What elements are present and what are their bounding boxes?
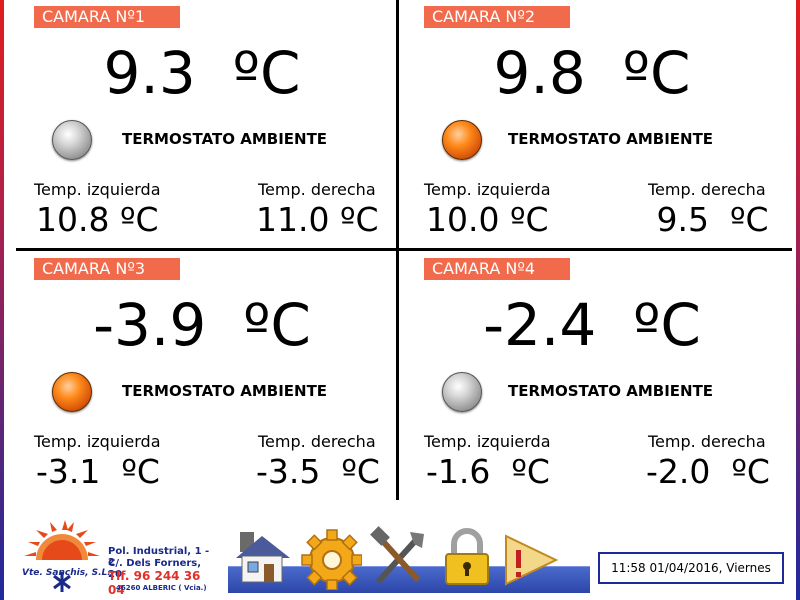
tools-button[interactable] <box>368 524 430 590</box>
camera-4-panel: CAMARA Nº4 -2.4 ºC TERMOSTATO AMBIENTE T… <box>412 252 792 500</box>
right-temp-label: Temp. derecha <box>648 180 766 199</box>
thermostat-indicator-icon <box>52 372 92 412</box>
thermostat-label: TERMOSTATO AMBIENTE <box>122 382 328 400</box>
lock-button[interactable] <box>436 524 498 590</box>
camera-temperature: 9.3 ºC <box>103 39 301 107</box>
right-temp-value: 11.0 ºC <box>256 200 379 239</box>
lock-icon <box>445 528 489 585</box>
thermostat-indicator-icon <box>442 372 482 412</box>
right-temp-value: -2.0 ºC <box>646 452 770 491</box>
company-phone: Tlf. 96 244 36 04 <box>108 569 201 597</box>
left-temp-label: Temp. izquierda <box>34 180 161 199</box>
sun-snowflake-logo-icon <box>24 520 100 592</box>
alarm-warning-icon <box>505 534 559 586</box>
thermostat-indicator-icon <box>442 120 482 160</box>
left-temp-value: -3.1 ºC <box>36 452 160 491</box>
alarm-button[interactable] <box>500 524 562 590</box>
left-temp-label: Temp. izquierda <box>424 432 551 451</box>
camera-temperature: -2.4 ºC <box>483 291 701 359</box>
camera-temperature: -3.9 ºC <box>93 291 311 359</box>
left-temp-value: -1.6 ºC <box>426 452 550 491</box>
horizontal-divider <box>16 248 792 251</box>
home-button[interactable] <box>232 524 294 590</box>
left-temp-label: Temp. izquierda <box>424 180 551 199</box>
left-temp-label: Temp. izquierda <box>34 432 161 451</box>
camera-title: CAMARA Nº4 <box>424 258 570 280</box>
camera-1-panel: CAMARA Nº1 9.3 ºC TERMOSTATO AMBIENTE Te… <box>22 0 402 248</box>
thermostat-label: TERMOSTATO AMBIENTE <box>122 130 328 148</box>
camera-temperature: 9.8 ºC <box>493 39 691 107</box>
camera-title: CAMARA Nº3 <box>34 258 180 280</box>
tools-icon <box>370 526 424 585</box>
right-temp-value: -3.5 ºC <box>256 452 380 491</box>
right-temp-label: Temp. derecha <box>258 432 376 451</box>
right-temp-label: Temp. derecha <box>258 180 376 199</box>
thermostat-label: TERMOSTATO AMBIENTE <box>508 382 714 400</box>
settings-gear-icon <box>301 529 363 591</box>
company-city: 46260 ALBERIC ( Vcia.) <box>116 584 207 592</box>
thermostat-indicator-icon <box>52 120 92 160</box>
datetime-display: 11:58 01/04/2016, Viernes <box>598 552 784 584</box>
left-temp-value: 10.8 ºC <box>36 200 159 239</box>
company-name: Vte. Sanchis, S.L. <box>22 568 111 578</box>
camera-title: CAMARA Nº1 <box>34 6 180 28</box>
thermostat-label: TERMOSTATO AMBIENTE <box>508 130 714 148</box>
home-icon <box>236 532 290 583</box>
company-logo: Vte. Sanchis, S.L. Pol. Industrial, 1 - … <box>22 520 212 597</box>
settings-button[interactable] <box>300 524 363 591</box>
right-temp-label: Temp. derecha <box>648 432 766 451</box>
camera-3-panel: CAMARA Nº3 -3.9 ºC TERMOSTATO AMBIENTE T… <box>22 252 402 500</box>
left-temp-value: 10.0 ºC <box>426 200 549 239</box>
camera-2-panel: CAMARA Nº2 9.8 ºC TERMOSTATO AMBIENTE Te… <box>412 0 792 248</box>
right-temp-value: 9.5 ºC <box>646 200 769 239</box>
camera-title: CAMARA Nº2 <box>424 6 570 28</box>
